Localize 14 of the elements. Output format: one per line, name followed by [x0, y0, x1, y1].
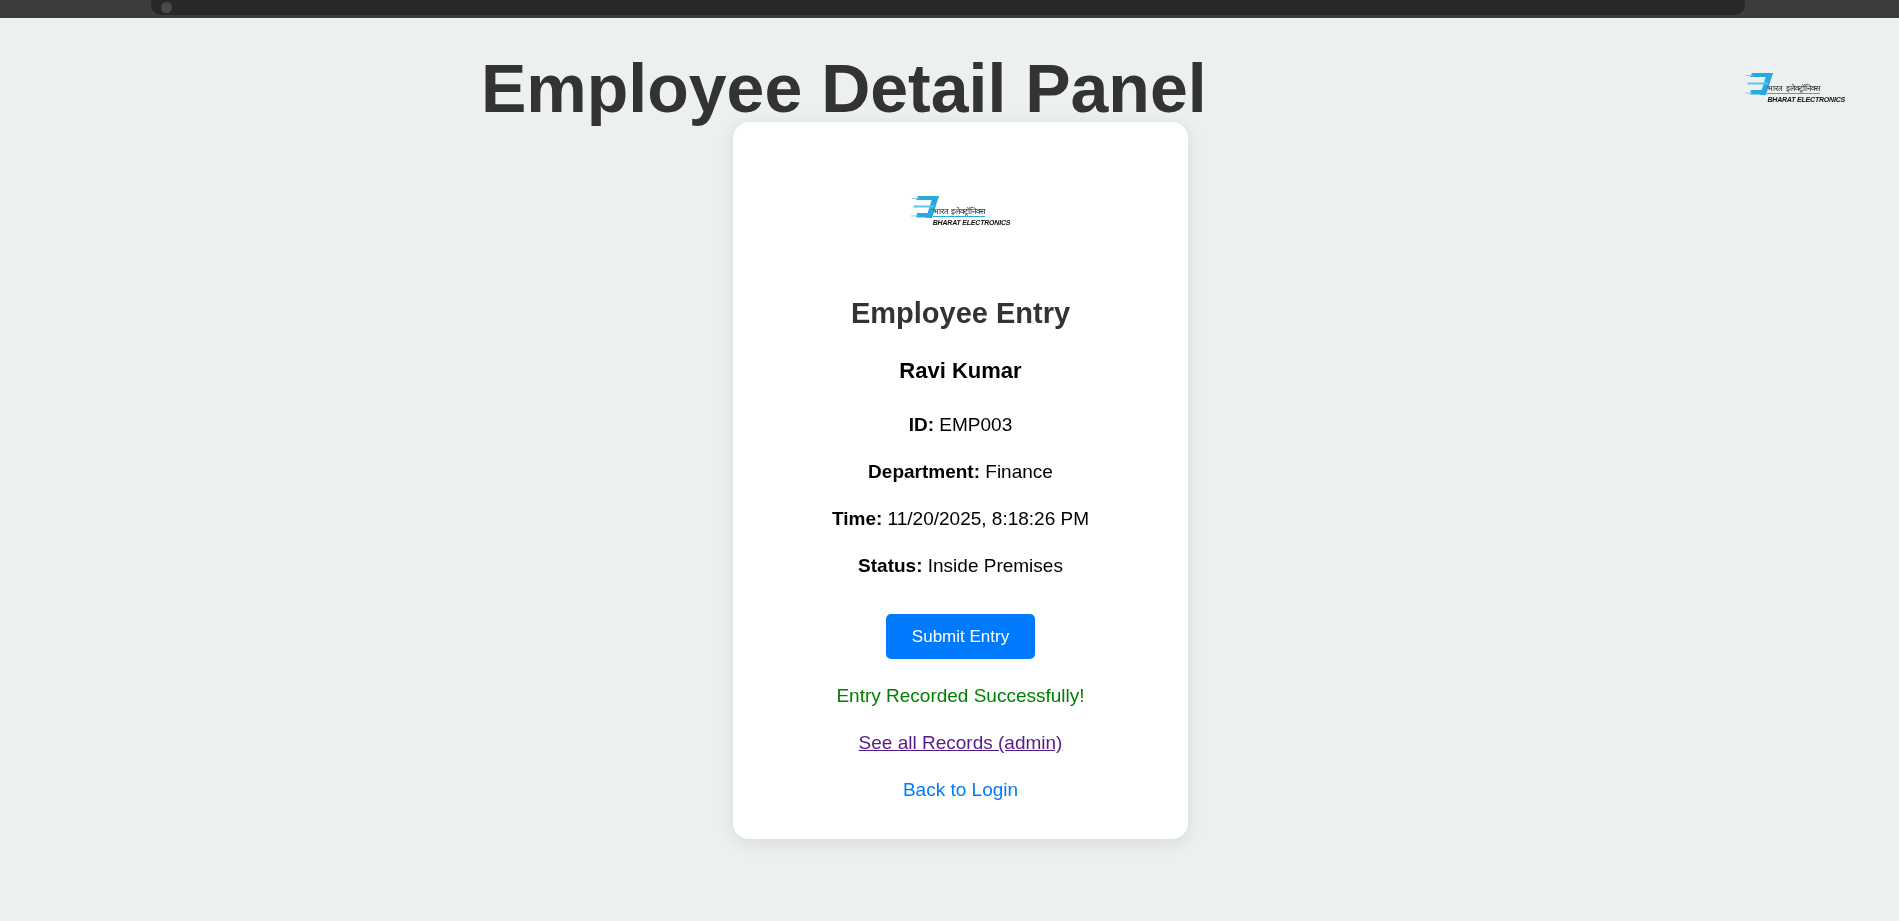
detail-line: Time: 11/20/2025, 8:18:26 PM: [831, 507, 1089, 531]
submit-entry-button[interactable]: Submit Entry: [885, 614, 1036, 659]
site-info-icon[interactable]: [161, 2, 172, 13]
detail-line: ID: EMP003: [908, 413, 1013, 437]
status-message: Entry Recorded Successfully!: [836, 684, 1085, 708]
detail-line: Department: Finance: [868, 460, 1053, 484]
address-bar-field[interactable]: [151, 0, 1745, 15]
logo-hindi-text: भारत इलेक्ट्रॉनिक्स: [932, 207, 985, 217]
employee-name: Ravi Kumar: [899, 357, 1022, 385]
records-link[interactable]: See all Records (admin): [858, 731, 1063, 755]
detail-line: Status: Inside Premises: [858, 554, 1063, 578]
login-link[interactable]: Back to Login: [902, 778, 1019, 802]
card-heading: Employee Entry: [850, 296, 1071, 331]
logo-hindi-text: भारत इलेक्ट्रॉनिक्स: [1767, 84, 1820, 94]
